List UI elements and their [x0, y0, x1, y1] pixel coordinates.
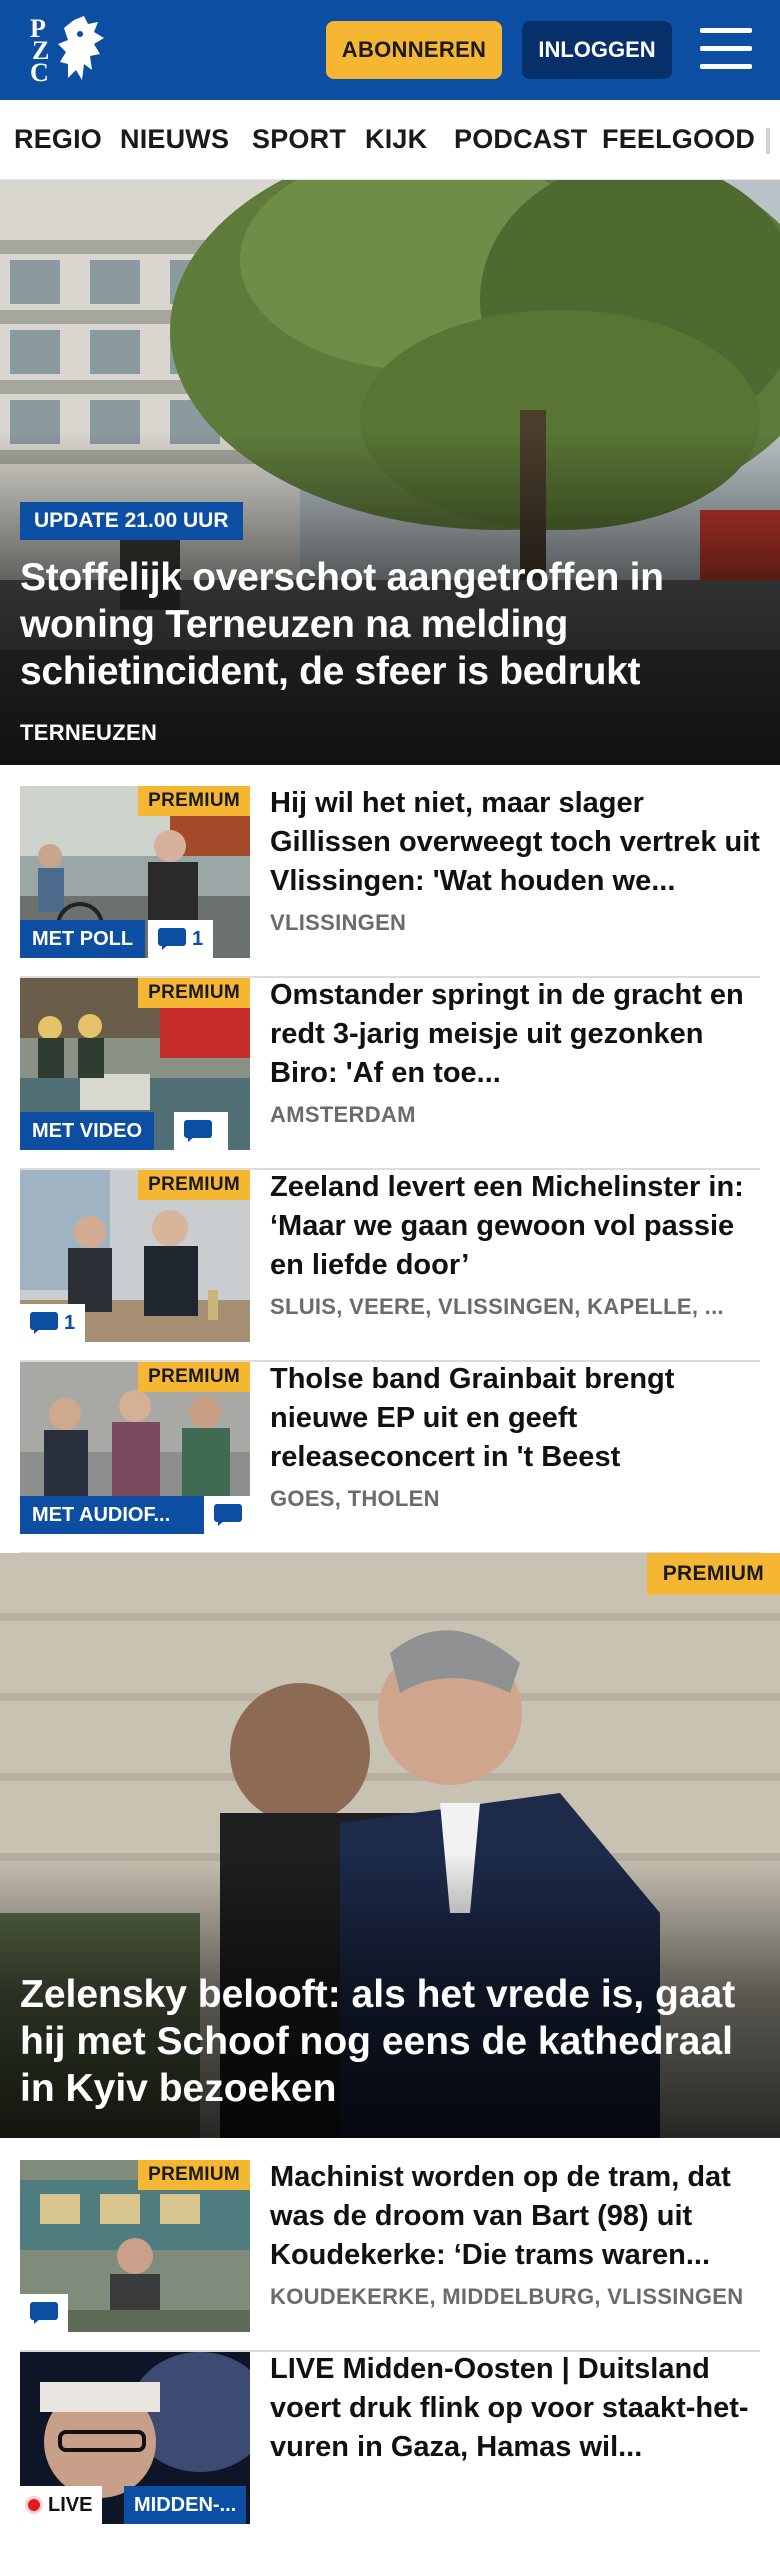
list-item[interactable]: PREMIUM 1 Zeeland levert een Michelinste… — [20, 1170, 760, 1362]
article-thumbnail: PREMIUM MET POLL 1 — [20, 786, 250, 958]
comments-count[interactable]: 1 — [20, 1304, 86, 1342]
nav-item-podcast[interactable]: PODCAST — [454, 124, 587, 155]
nav-item-nieuws[interactable]: NIEUWS — [120, 124, 229, 155]
logo-letter-c: C — [30, 58, 49, 87]
comment-icon — [214, 1504, 242, 1526]
article-location: AMSTERDAM — [270, 1102, 416, 1127]
premium-badge: PREMIUM — [138, 2160, 250, 2190]
comments-count[interactable]: 1 — [148, 920, 214, 958]
article-location: KOUDEKERKE, MIDDELBURG, VLISSINGEN — [270, 2284, 744, 2309]
subscribe-button[interactable]: ABONNEREN — [326, 21, 502, 79]
article-headline[interactable]: Omstander springt in de gracht en redt 3… — [270, 976, 760, 1093]
comment-icon — [30, 1312, 58, 1334]
nav-item-kijk[interactable]: KIJK — [365, 124, 427, 155]
comment-count-value: 1 — [192, 927, 204, 950]
featured-article[interactable]: PREMIUM Zelensky belooft: als het vrede … — [0, 1553, 780, 2138]
comments-count[interactable] — [204, 1496, 250, 1534]
hero-headline[interactable]: Stoffelijk overschot aangetroffen in won… — [20, 554, 760, 695]
live-label: LIVE — [48, 2493, 93, 2516]
section-nav: REGIO NIEUWS SPORT KIJK PODCAST FEELGOOD — [0, 100, 780, 180]
list-item[interactable]: PREMIUM MET POLL 1 Hij wil het niet, maa… — [20, 786, 760, 978]
top-header: P Z C ABONNEREN INLOGGEN — [0, 0, 780, 100]
article-thumbnail: PREMIUM — [20, 2160, 250, 2332]
comment-icon — [30, 2302, 58, 2324]
video-badge: MET VIDEO — [20, 1112, 155, 1150]
article-thumbnail: PREMIUM MET VIDEO — [20, 978, 250, 1150]
list-item[interactable]: PREMIUM MET VIDEO Omstander springt in d… — [20, 978, 760, 1170]
premium-badge: PREMIUM — [138, 1170, 250, 1200]
login-button[interactable]: INLOGGEN — [522, 21, 672, 79]
featured-headline[interactable]: Zelensky belooft: als het vrede is, gaat… — [20, 1971, 760, 2112]
premium-badge: PREMIUM — [138, 1362, 250, 1392]
premium-badge: PREMIUM — [646, 1553, 780, 1595]
article-headline[interactable]: LIVE Midden-Oosten | Duitsland voert dru… — [270, 2350, 760, 2467]
list-item[interactable]: PREMIUM Machinist worden op de tram, dat… — [20, 2160, 760, 2352]
live-dot-icon — [28, 2499, 40, 2511]
hero-location: TERNEUZEN — [20, 720, 158, 745]
article-thumbnail: PREMIUM 1 — [20, 1170, 250, 1342]
comments-count[interactable] — [20, 2294, 68, 2332]
nav-item-regio[interactable]: REGIO — [14, 124, 102, 155]
article-headline[interactable]: Machinist worden op de tram, dat was de … — [270, 2158, 760, 2275]
article-location: VLISSINGEN — [270, 910, 407, 935]
article-headline[interactable]: Tholse band Grainbait brengt nieuwe EP u… — [270, 1360, 760, 1477]
comment-count-value: 1 — [64, 1311, 76, 1334]
category-badge: MIDDEN-... — [124, 2486, 247, 2524]
article-location: GOES, THOLEN — [270, 1486, 440, 1511]
poll-badge: MET POLL — [20, 920, 146, 958]
premium-badge: PREMIUM — [138, 786, 250, 816]
comment-icon — [184, 1120, 212, 1142]
comments-count[interactable] — [174, 1112, 228, 1150]
article-thumbnail: PREMIUM MET AUDIOF... — [20, 1362, 250, 1534]
comment-icon — [158, 928, 186, 950]
update-badge: UPDATE 21.00 UUR — [20, 502, 243, 540]
live-badge: LIVE — [20, 2486, 103, 2524]
hero-article[interactable]: UPDATE 21.00 UUR Stoffelijk overschot aa… — [0, 180, 780, 765]
list-item[interactable]: LIVE MIDDEN-... LIVE Midden-Oosten | Dui… — [20, 2352, 760, 2524]
nav-item-sport[interactable]: SPORT — [252, 124, 346, 155]
list-item[interactable]: PREMIUM MET AUDIOF... Tholse band Grainb… — [20, 1362, 760, 1554]
article-location: SLUIS, VEERE, VLISSINGEN, KAPELLE, ... — [270, 1294, 724, 1319]
menu-icon[interactable] — [700, 26, 752, 72]
pzc-logo[interactable]: P Z C — [28, 12, 112, 88]
article-headline[interactable]: Hij wil het niet, maar slager Gillissen … — [270, 784, 760, 901]
article-thumbnail: LIVE MIDDEN-... — [20, 2352, 250, 2524]
nav-overflow-indicator — [766, 128, 770, 154]
premium-badge: PREMIUM — [138, 978, 250, 1008]
lion-crest-icon — [58, 16, 104, 80]
article-headline[interactable]: Zeeland levert een Michelinster in: ‘Maa… — [270, 1168, 760, 1285]
nav-item-feelgood[interactable]: FEELGOOD — [602, 124, 755, 155]
audio-badge: MET AUDIOF... — [20, 1496, 204, 1534]
